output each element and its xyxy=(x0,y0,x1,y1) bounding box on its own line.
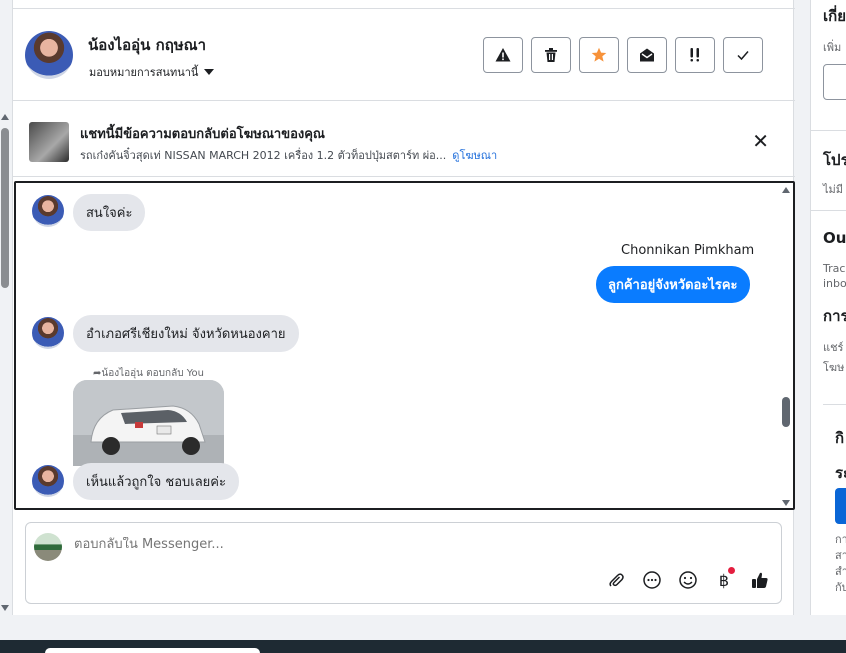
contact-name[interactable]: น้องไออุ่น กฤษณา xyxy=(88,33,206,57)
assign-label: มอบหมายการสนทนานี้ xyxy=(89,66,199,79)
envelope-open-icon xyxy=(640,48,654,62)
contact-avatar xyxy=(32,195,64,227)
header-actions xyxy=(483,37,763,73)
emoji-icon[interactable] xyxy=(677,569,699,591)
message-bubble-incoming: สนใจค่ะ xyxy=(73,194,146,231)
scroll-down-arrow[interactable] xyxy=(782,500,790,506)
mark-done-button[interactable] xyxy=(723,37,763,73)
ad-description-text: รถเก๋งคันจิ๋วสุดเท่ NISSAN MARCH 2012 เค… xyxy=(80,149,447,162)
notification-dot xyxy=(728,567,735,574)
sidebar-heading: Out xyxy=(823,229,846,247)
thumbs-up-icon[interactable] xyxy=(749,569,771,591)
contact-avatar[interactable] xyxy=(25,31,73,79)
sidebar-heading: เกี่ย xyxy=(823,7,846,25)
baht-icon[interactable]: ฿ xyxy=(713,567,735,591)
ad-banner-description: รถเก๋งคันจิ๋วสุดเท่ NISSAN MARCH 2012 เค… xyxy=(80,146,497,164)
conversation-header: น้องไออุ่น กฤษณา มอบหมายการสนทนานี้ xyxy=(13,9,795,101)
scroll-down-arrow[interactable] xyxy=(1,605,9,611)
attachment-icon[interactable] xyxy=(605,569,627,591)
message-thread[interactable]: สนใจค่ะ Chonnikan Pimkham ลูกค้าอยู่จังห… xyxy=(14,181,795,510)
ad-thumbnail xyxy=(29,122,69,162)
sidebar-text: Track xyxy=(823,262,846,275)
trash-icon xyxy=(545,48,557,62)
ad-banner-title: แชทนี้มีข้อความตอบกลับต่อโฆษณาของคุณ xyxy=(80,127,325,142)
assign-conversation-dropdown[interactable]: มอบหมายการสนทนานี้ xyxy=(89,63,215,81)
contact-avatar xyxy=(32,465,64,497)
star-icon xyxy=(591,47,607,62)
mark-unread-button[interactable] xyxy=(627,37,667,73)
check-icon xyxy=(737,51,749,61)
sender-name: Chonnikan Pimkham xyxy=(621,243,755,258)
sidebar-heading: กิ xyxy=(835,429,845,447)
sidebar-text: แชร์ xyxy=(823,341,844,354)
message-bubble-incoming: อำเภอศรีเชียงใหม่ จังหวัดหนองคาย xyxy=(73,315,299,352)
sidebar-text: กับ xyxy=(835,581,846,594)
sidebar-action-button[interactable] xyxy=(835,488,846,524)
contact-avatar xyxy=(32,317,64,349)
sidebar-text: เพิ่ม xyxy=(823,41,842,54)
reply-composer: ฿ xyxy=(25,522,782,604)
close-icon[interactable]: ✕ xyxy=(752,131,769,151)
delete-button[interactable] xyxy=(531,37,571,73)
sidebar-text: inbo xyxy=(823,277,846,290)
warning-icon xyxy=(495,48,511,62)
exclamation-icon xyxy=(690,48,699,62)
scroll-up-arrow[interactable] xyxy=(1,114,9,120)
page-scrollbar[interactable] xyxy=(0,110,10,615)
message-bubble-outgoing: ลูกค้าอยู่จังหวัดอะไรคะ xyxy=(596,266,750,303)
sidebar-input[interactable] xyxy=(823,64,846,100)
reply-indicator-label: น้องไออุ่น ตอบกลับ You xyxy=(101,368,204,379)
spam-button[interactable] xyxy=(483,37,523,73)
divider xyxy=(811,130,846,131)
scroll-thumb[interactable] xyxy=(1,128,9,288)
scroll-thumb[interactable] xyxy=(782,397,790,427)
sidebar-heading: การ xyxy=(823,307,846,325)
message-bubble-incoming: เห็นแล้วถูกใจ ชอบเลยค่ะ xyxy=(73,463,239,500)
page-avatar xyxy=(34,533,62,561)
sidebar-heading: ระ xyxy=(835,464,846,482)
divider xyxy=(811,210,846,211)
follow-up-button[interactable] xyxy=(675,37,715,73)
car-photo xyxy=(73,380,224,466)
taskbar xyxy=(0,640,846,653)
reply-input[interactable] xyxy=(74,537,674,552)
conversation-panel: น้องไออุ่น กฤษณา มอบหมายการสนทนานี้ แชทน… xyxy=(12,0,795,615)
sidebar-text: โฆษ xyxy=(823,361,845,374)
composer-actions: ฿ xyxy=(605,567,771,591)
replied-car-image[interactable] xyxy=(73,380,224,466)
sidebar-heading: โปร xyxy=(823,151,846,169)
ad-reply-banner: แชทนี้มีข้อความตอบกลับต่อโฆษณาของคุณ รถเ… xyxy=(13,101,795,177)
thread-scrollbar[interactable] xyxy=(781,185,791,508)
view-ad-link[interactable]: ดูโฆษณา xyxy=(452,149,497,162)
scroll-up-arrow[interactable] xyxy=(782,187,790,193)
reply-indicator: ➦น้องไออุ่น ตอบกลับ You xyxy=(93,366,204,381)
saved-reply-icon[interactable] xyxy=(641,569,663,591)
star-button[interactable] xyxy=(579,37,619,73)
caret-down-icon xyxy=(204,69,215,75)
sidebar-text: ไม่มี xyxy=(823,183,844,196)
taskbar-search[interactable] xyxy=(45,648,260,653)
divider xyxy=(823,404,846,405)
details-sidebar: เกี่ย เพิ่ม โปร ไม่มี Out Track inbo การ… xyxy=(810,0,846,615)
